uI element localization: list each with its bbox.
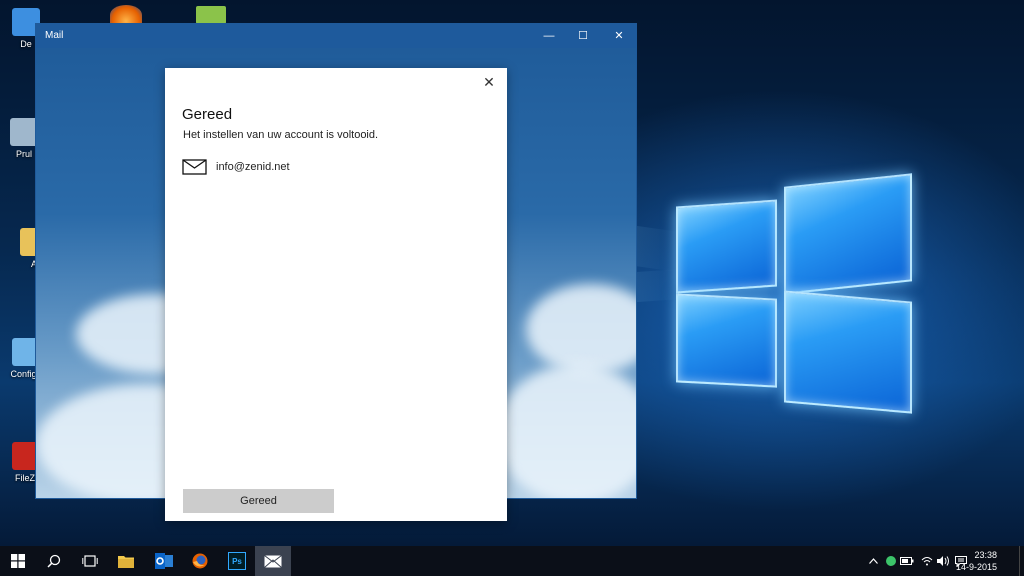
notification-icon [955,555,967,567]
cloud-decoration [496,364,636,498]
speaker-icon [936,556,949,566]
dialog-subtitle: Het instellen van uw account is voltooid… [183,129,379,141]
recycle-bin-icon [10,118,38,146]
tray-app-icon [886,556,896,566]
windows-logo-pane [676,293,777,388]
envelope-icon [182,159,207,175]
photoshop-button[interactable]: Ps [219,546,255,576]
windows-logo-pane [784,290,912,414]
window-titlebar[interactable]: Mail — ☐ ✕ [36,24,636,48]
done-button[interactable]: Gereed [183,489,334,513]
show-hidden-icons-button[interactable] [866,554,880,568]
battery-icon [900,557,914,565]
search-icon [47,554,61,568]
dialog-close-button[interactable]: ✕ [479,72,499,92]
search-button[interactable] [36,546,72,576]
network-button[interactable] [920,554,934,568]
minimize-icon: — [543,30,555,42]
mail-icon [264,554,282,568]
close-icon: ✕ [483,74,495,90]
folder-icon [118,556,134,568]
firefox-icon [192,553,208,569]
task-view-button[interactable] [72,546,108,576]
taskbar: Ps 23:38 14-9-2015 [0,546,1024,576]
tray-app-button[interactable] [884,554,898,568]
firefox-icon[interactable] [110,5,142,25]
close-icon: ✕ [614,30,624,42]
dialog-title: Gereed [182,106,233,123]
cloud-decoration [526,284,636,374]
outlook-button[interactable] [146,546,182,576]
file-explorer-button[interactable] [108,546,144,576]
start-button[interactable] [0,546,36,576]
volume-button[interactable] [936,554,950,568]
account-email: info@zenid.net [216,161,290,173]
windows-start-icon [11,554,25,568]
show-desktop-button[interactable] [1019,546,1024,576]
account-row: info@zenid.net [182,159,290,175]
firefox-taskbar-button[interactable] [182,546,218,576]
notepad-plus-icon[interactable] [196,6,226,24]
window-title: Mail [45,30,64,41]
action-center-button[interactable] [954,554,968,568]
chevron-up-icon [868,558,878,564]
maximize-button[interactable]: ☐ [566,24,600,48]
battery-button[interactable] [900,554,914,568]
windows-logo-pane [676,199,777,294]
close-button[interactable]: ✕ [602,24,636,48]
outlook-icon [155,553,173,569]
mail-taskbar-button[interactable] [255,546,291,576]
account-setup-dialog: ✕ Gereed Het instellen van uw account is… [165,68,507,521]
photoshop-icon: Ps [228,552,246,570]
wifi-icon [921,557,933,566]
windows-logo-pane [784,173,912,295]
minimize-button[interactable]: — [532,24,566,48]
maximize-icon: ☐ [578,30,588,42]
task-view-icon [82,555,98,567]
